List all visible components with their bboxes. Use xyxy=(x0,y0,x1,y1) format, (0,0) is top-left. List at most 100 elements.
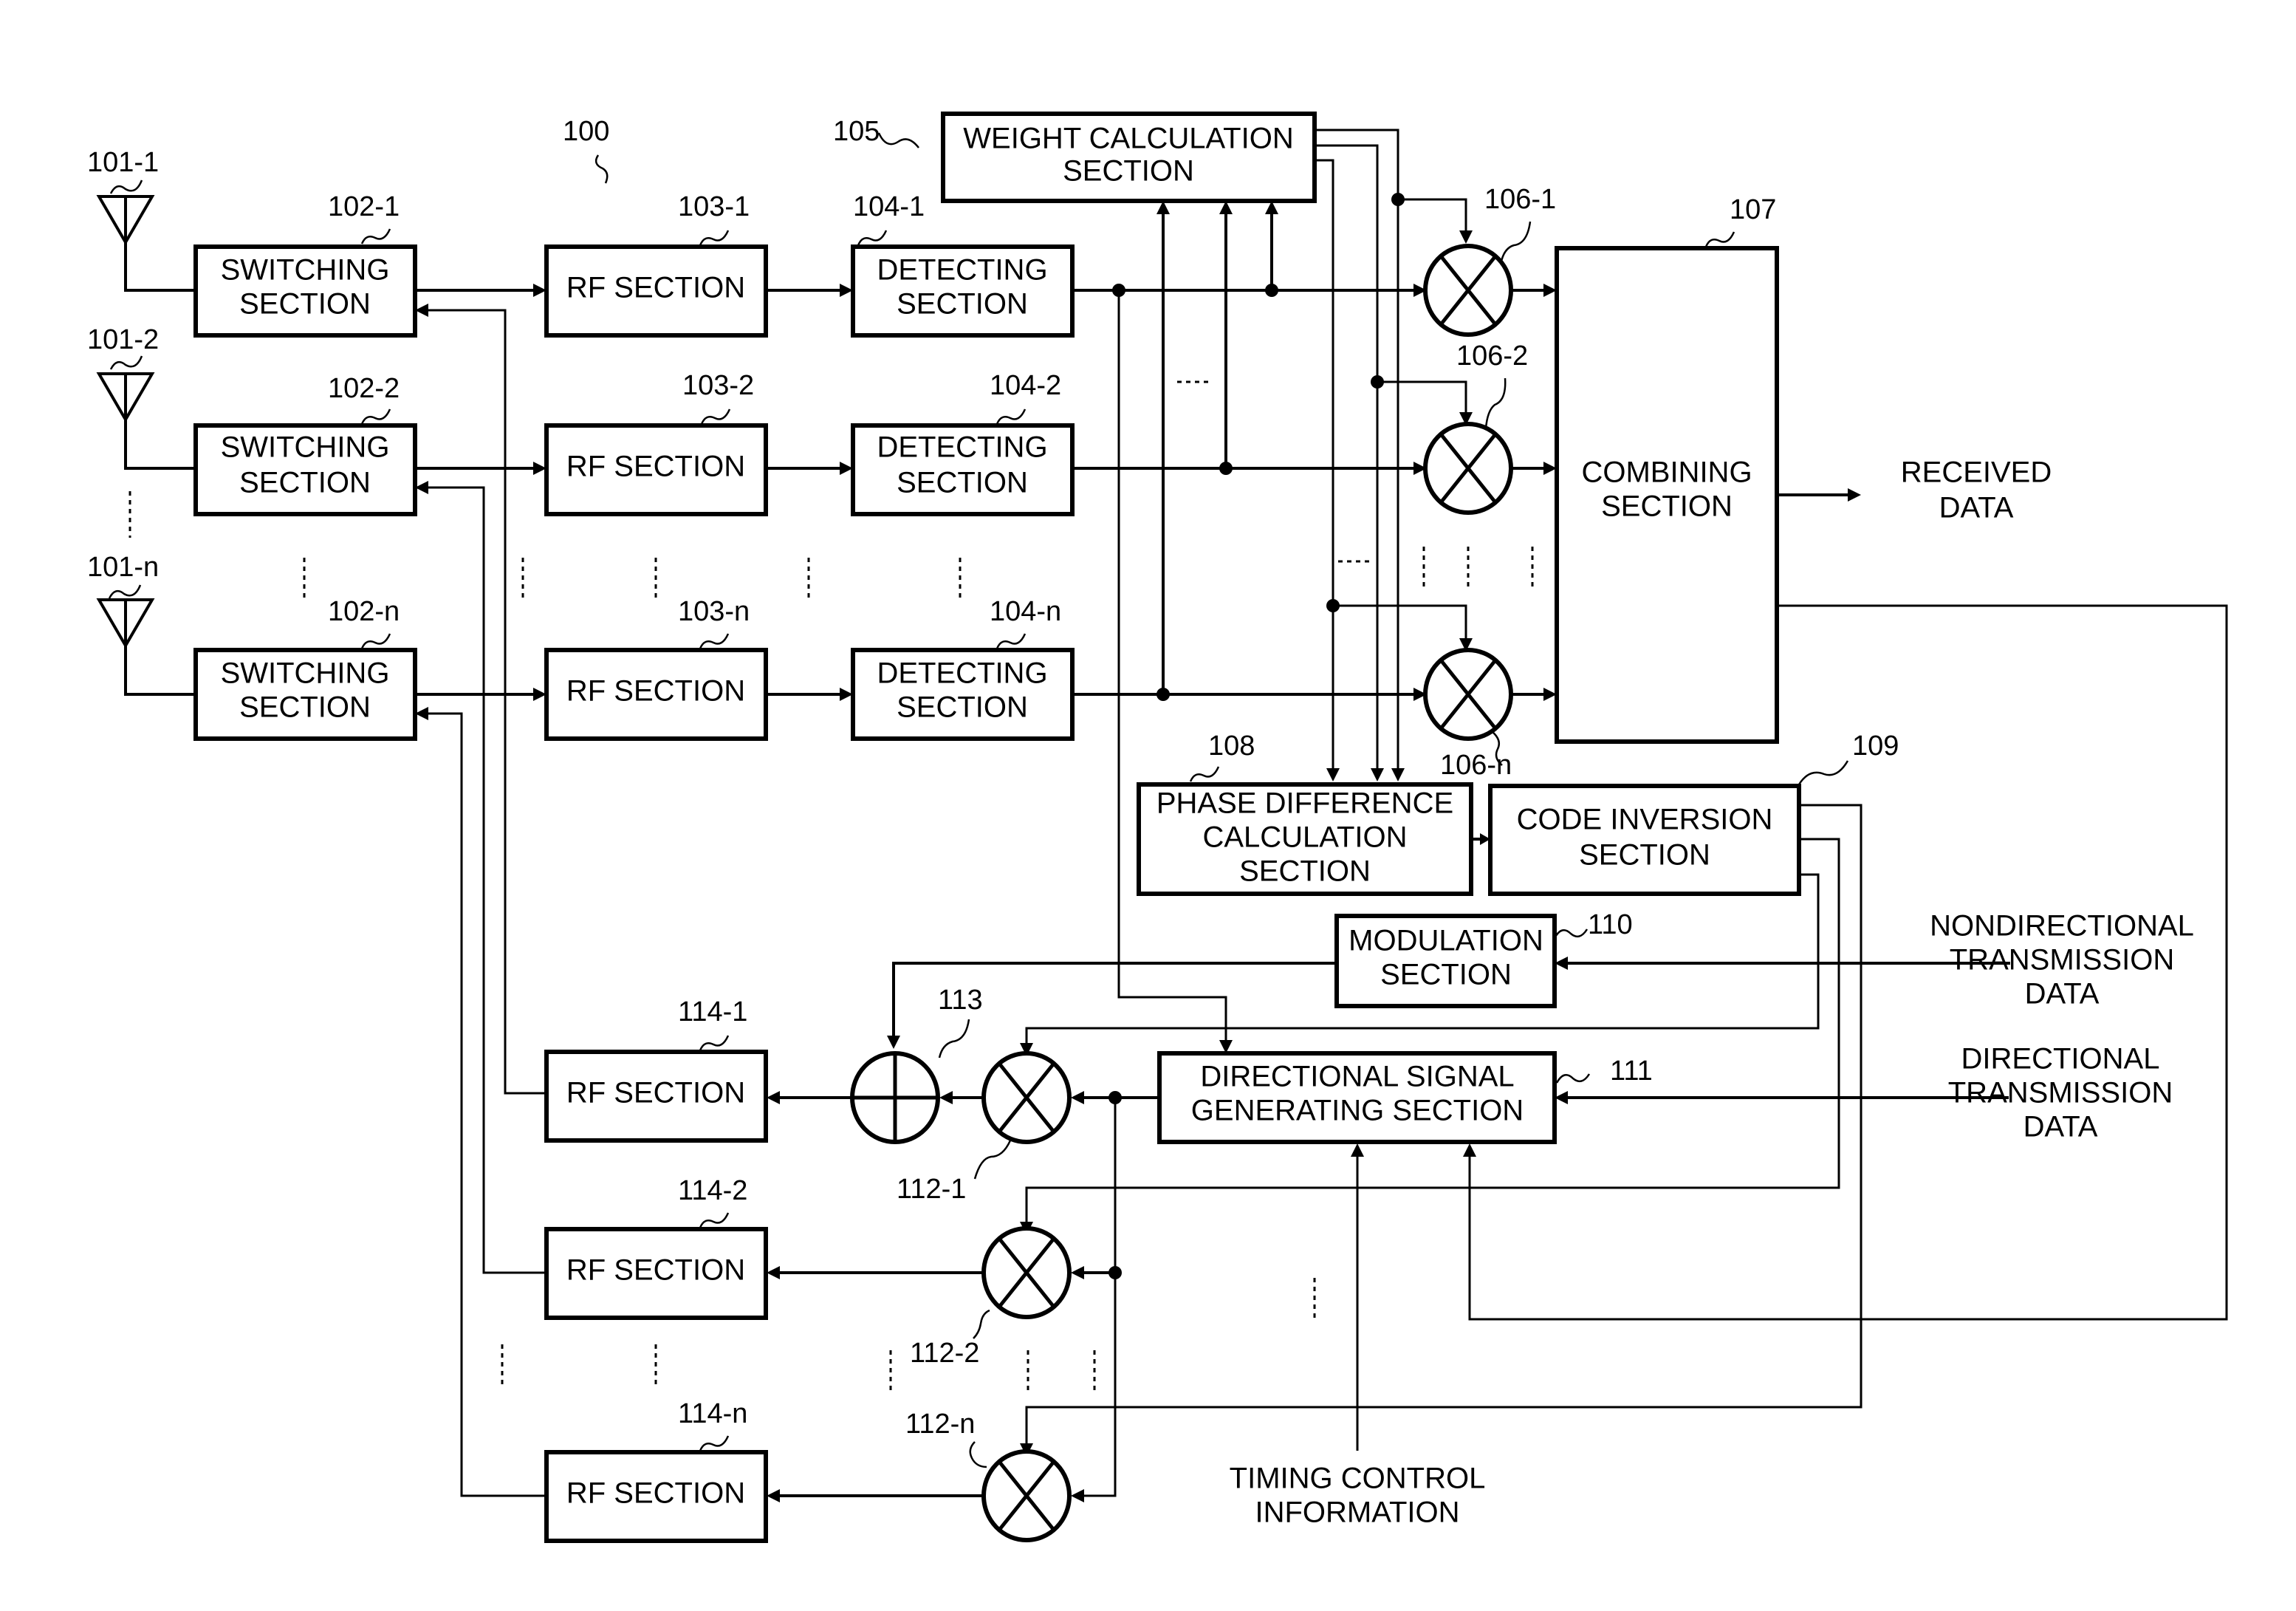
ref-110: 110 xyxy=(1588,909,1633,940)
ref-104-n: 104-n xyxy=(990,596,1061,627)
detecting-section-1: 104-1 DETECTING SECTION xyxy=(851,191,1075,338)
box-label: SECTION xyxy=(239,467,371,499)
ref-leader xyxy=(1499,221,1532,265)
antenna-101-1: 101-1 xyxy=(87,147,196,292)
received-data-label: DATA xyxy=(1939,492,2014,524)
ref-leader xyxy=(699,1212,730,1228)
received-data-output: RECEIVED DATA xyxy=(1777,456,2052,524)
ref-114-n: 114-n xyxy=(678,1398,747,1429)
box-label: CALCULATION xyxy=(1202,821,1407,854)
received-data-label: RECEIVED xyxy=(1901,456,2052,489)
rf-tx-section-2: 114-2 RF SECTION xyxy=(544,1175,768,1320)
box-label: DETECTING xyxy=(877,657,1047,690)
box-label: SECTION xyxy=(1579,839,1710,872)
tx-to-switch-wires xyxy=(415,304,546,1497)
multiplier-106-2: 106-2 xyxy=(1423,341,1528,515)
box-label: RF SECTION xyxy=(566,675,745,708)
wire xyxy=(124,420,196,470)
box-label: SWITCHING xyxy=(221,657,390,690)
rf-rx-section-n: 103-n RF SECTION xyxy=(544,596,768,741)
rf-tx-section-1: 114-1 RF SECTION xyxy=(544,996,768,1143)
ref-leader xyxy=(109,179,143,194)
ref-104-1: 104-1 xyxy=(853,191,925,222)
box-label: SECTION xyxy=(1380,959,1512,991)
block-diagram: 100 101-1 101-2 101-n 102-1 SWITCHING SE… xyxy=(87,112,2228,1543)
nondirectional-input: NONDIRECTIONAL TRANSMISSION DATA xyxy=(1555,910,2194,1010)
input-label: TRANSMISSION xyxy=(1950,944,2174,976)
ref-112-2: 112-2 xyxy=(910,1338,979,1369)
ref-105: 105 xyxy=(833,116,880,147)
box-label: MODULATION xyxy=(1349,925,1543,957)
ref-114-2: 114-2 xyxy=(678,1175,747,1206)
directional-output-bus xyxy=(1071,1091,1159,1502)
box-label: SWITCHING xyxy=(221,431,390,464)
arrow xyxy=(887,1036,900,1049)
ref-leader xyxy=(1484,377,1507,429)
ref-102-1: 102-1 xyxy=(328,191,400,222)
switching-section-2: 102-2 SWITCHING SECTION xyxy=(193,373,417,516)
ref-102-2: 102-2 xyxy=(328,373,400,404)
box-label: SECTION xyxy=(239,691,371,724)
adder-113: 113 xyxy=(850,985,984,1144)
box-label: SECTION xyxy=(897,288,1028,321)
ref-leader xyxy=(995,408,1027,425)
ref-106-2: 106-2 xyxy=(1456,341,1528,372)
wire xyxy=(124,646,196,696)
box-label: DETECTING xyxy=(877,431,1047,464)
ref-103-1: 103-1 xyxy=(678,191,750,222)
ref-111: 111 xyxy=(1610,1056,1653,1087)
wire xyxy=(124,242,196,292)
modulation-section: MODULATION SECTION 110 xyxy=(1334,909,1633,1008)
ref-113: 113 xyxy=(938,985,983,1016)
ref-leader xyxy=(699,633,730,649)
box-label: SECTION xyxy=(897,467,1028,499)
box-label: RF SECTION xyxy=(566,1077,745,1109)
antenna-ref: 101-1 xyxy=(87,147,159,178)
switching-section-n: 102-n SWITCHING SECTION xyxy=(193,596,417,741)
box-label: SECTION xyxy=(239,288,371,321)
ref-leader xyxy=(1553,928,1589,939)
weight-input-wires xyxy=(1156,201,1278,701)
box-label: COMBINING xyxy=(1581,456,1752,489)
rf-rx-section-1: 103-1 RF SECTION xyxy=(544,191,768,338)
box-label: DIRECTIONAL SIGNAL xyxy=(1200,1061,1514,1093)
ref-leader xyxy=(1189,766,1220,782)
timing-label: TIMING CONTROL xyxy=(1230,1463,1486,1495)
detecting-section-2: 104-2 DETECTING SECTION xyxy=(851,370,1075,516)
ref-leader xyxy=(700,408,731,425)
rf-tx-section-n: 114-n RF SECTION xyxy=(544,1398,768,1543)
ref-leader xyxy=(938,1019,970,1058)
ref-leader xyxy=(969,1441,987,1468)
ref-100-leader xyxy=(594,154,609,184)
ref-100: 100 xyxy=(563,116,609,147)
antenna-icon xyxy=(96,195,155,245)
ref-leader xyxy=(995,633,1027,649)
ref-103-n: 103-n xyxy=(678,596,750,627)
phase-difference-section: 108 PHASE DIFFERENCE CALCULATION SECTION xyxy=(1137,731,1473,896)
ref-114-1: 114-1 xyxy=(678,996,747,1027)
ref-leader xyxy=(1798,760,1849,785)
box-label: DETECTING xyxy=(877,254,1047,287)
ref-103-2: 103-2 xyxy=(682,370,754,401)
antenna-101-n: 101-n xyxy=(87,552,196,696)
antenna-101-2: 101-2 xyxy=(87,324,196,470)
input-label: TRANSMISSION xyxy=(1948,1077,2173,1109)
input-label: DATA xyxy=(2023,1111,2098,1143)
code-inversion-section: 109 CODE INVERSION SECTION xyxy=(1488,731,1899,896)
ref-leader xyxy=(360,228,391,244)
ref-leader xyxy=(857,230,888,246)
ref-leader xyxy=(699,1435,730,1451)
ref-106-n: 106-n xyxy=(1440,750,1512,781)
ref-102-n: 102-n xyxy=(328,596,400,627)
box-label: GENERATING SECTION xyxy=(1191,1095,1524,1127)
combining-section: 107 COMBINING SECTION xyxy=(1555,194,1779,744)
ref-106-1: 106-1 xyxy=(1484,184,1556,215)
ref-leader xyxy=(973,1140,1012,1180)
tx-to-rf-wires xyxy=(767,1091,984,1502)
antenna-icon xyxy=(96,372,155,423)
weight-calculation-section: 105 WEIGHT CALCULATION SECTION xyxy=(833,112,1317,203)
box-label: SECTION xyxy=(897,691,1028,724)
ref-112-1: 112-1 xyxy=(897,1174,966,1205)
ref-leader xyxy=(108,584,142,599)
box-label: CODE INVERSION xyxy=(1517,804,1773,836)
